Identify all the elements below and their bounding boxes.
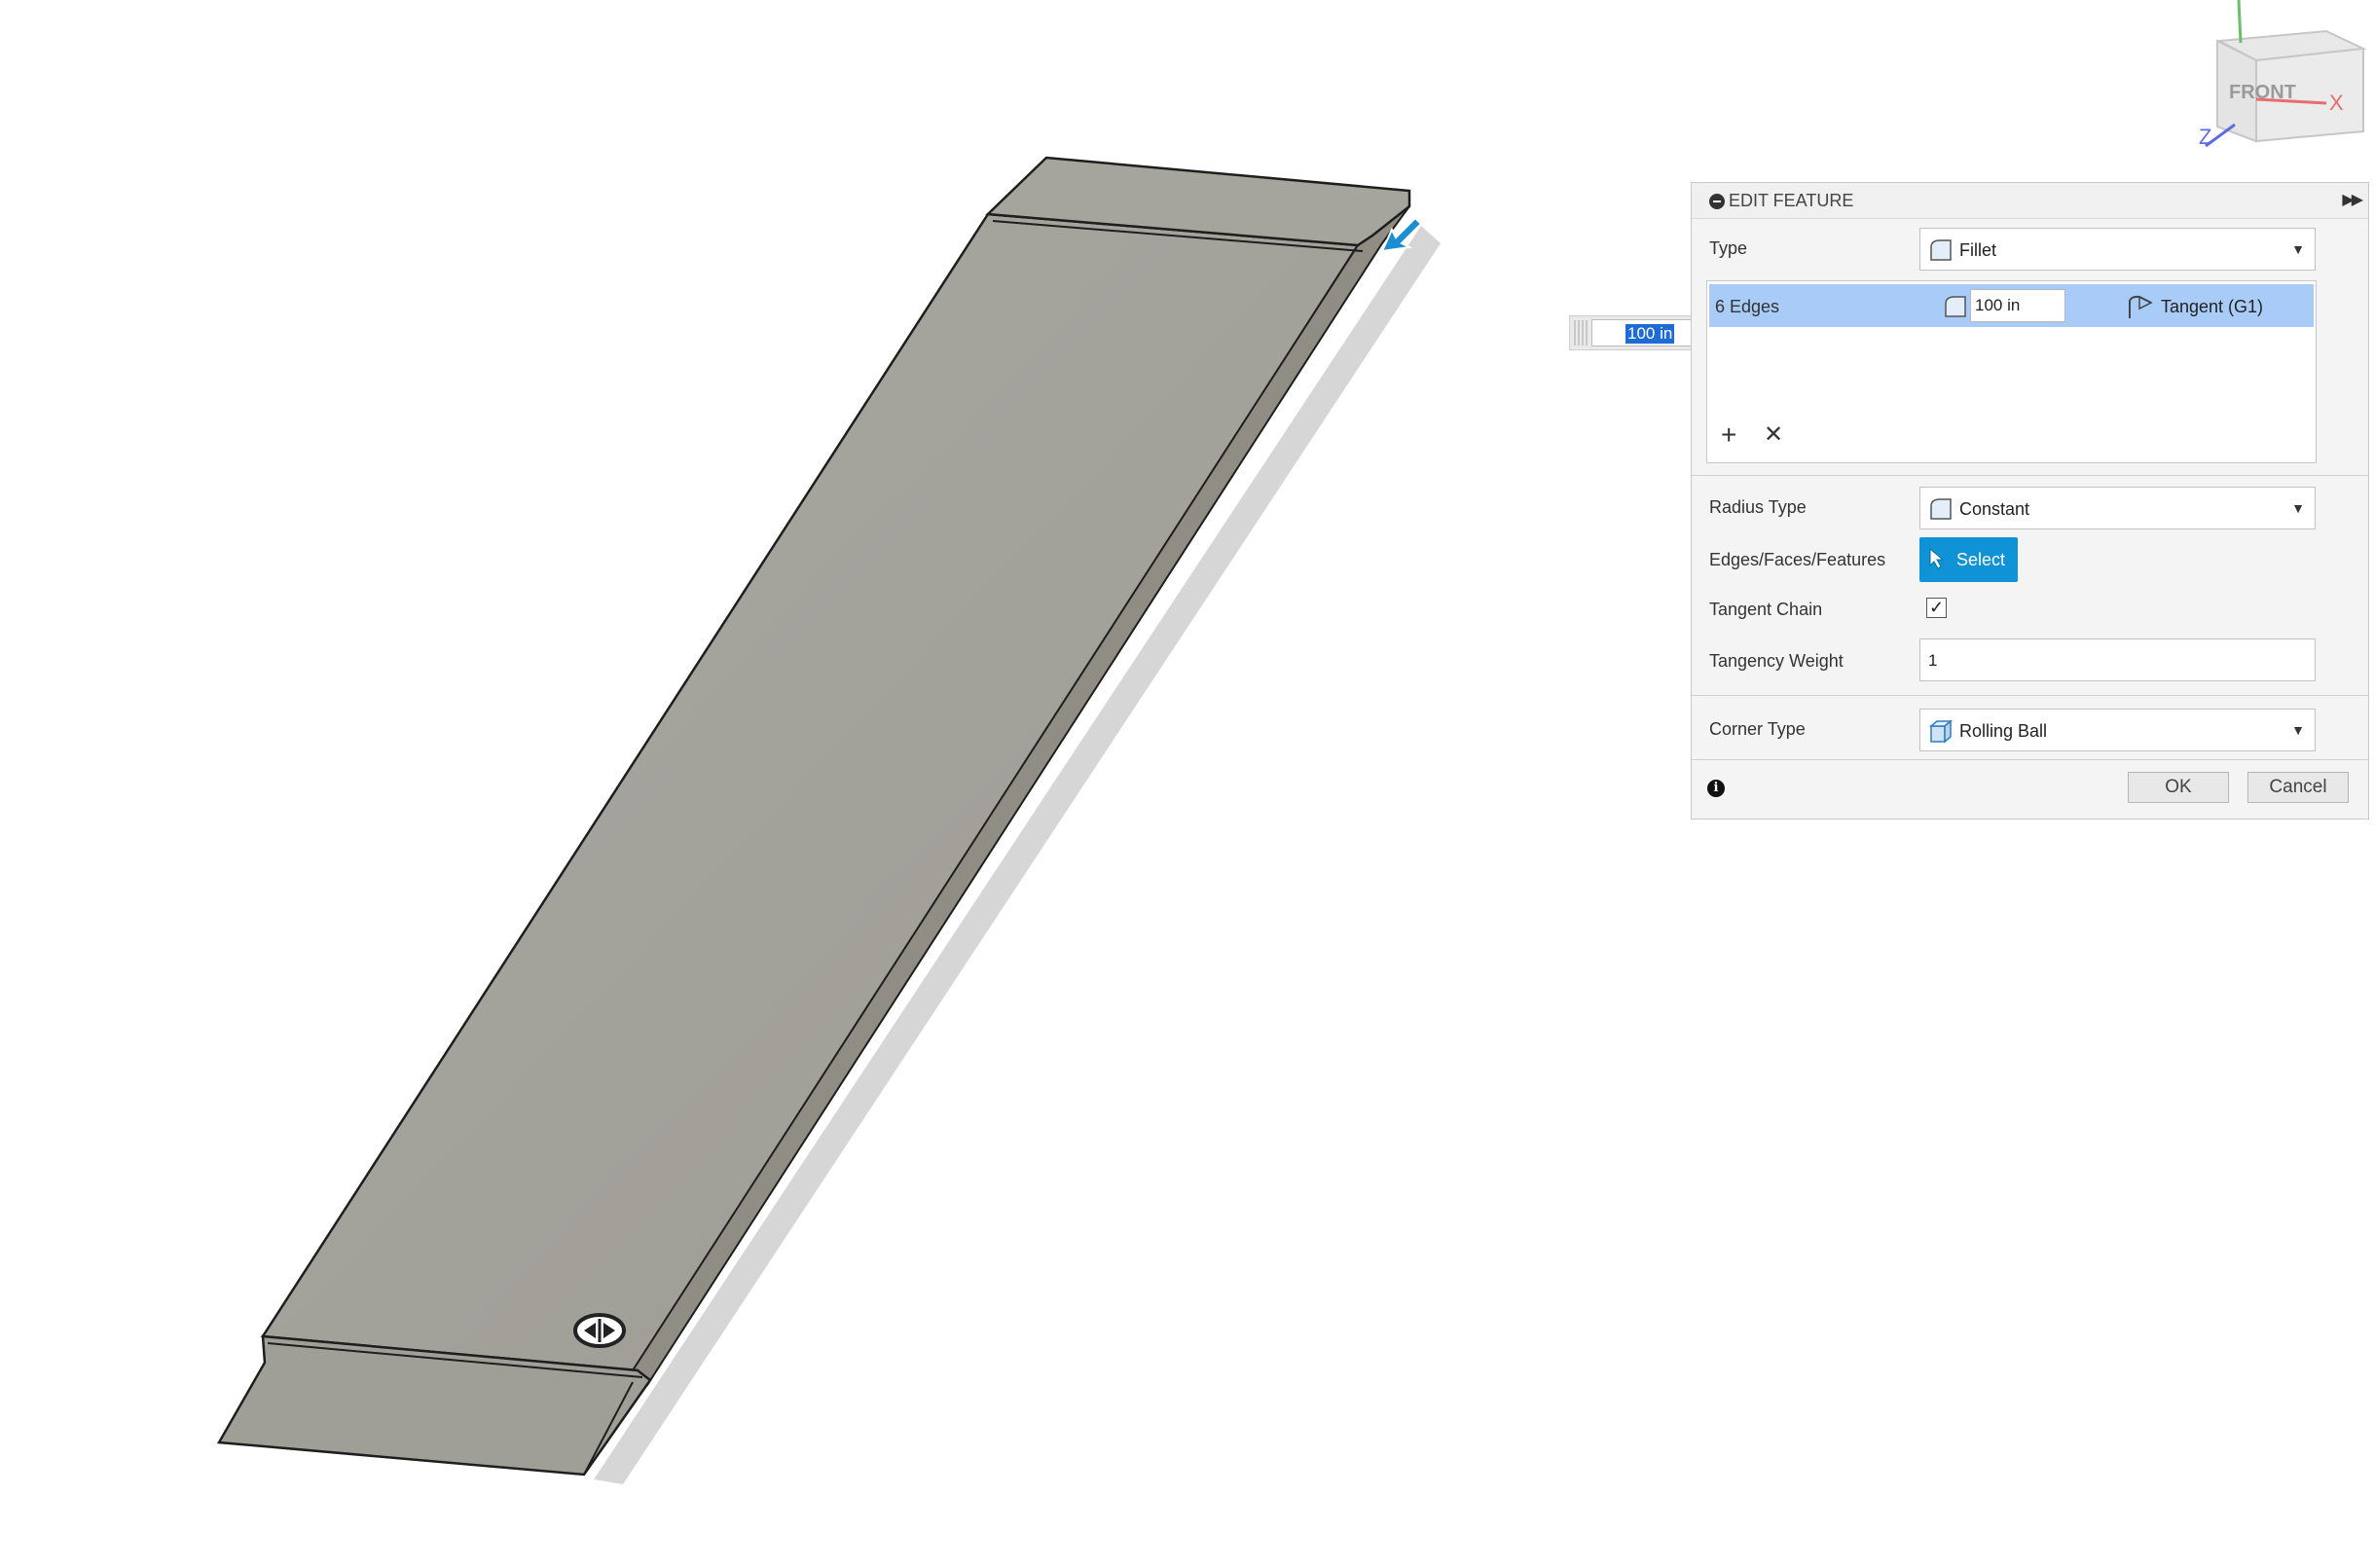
- edge-count: 6 Edges: [1715, 297, 1780, 316]
- remove-edge-set-button[interactable]: ✕: [1764, 423, 1783, 447]
- panel-title: EDIT FEATURE: [1729, 191, 1854, 210]
- continuity-value[interactable]: Tangent (G1): [2161, 297, 2263, 317]
- rolling-ball-icon: [1928, 719, 1954, 744]
- chevron-down-icon: ▼: [2291, 500, 2305, 516]
- radius-icon: [1945, 296, 1966, 317]
- symmetry-handle-icon[interactable]: [573, 1313, 626, 1348]
- viewcube-face-label[interactable]: FRONT: [2229, 82, 2296, 104]
- inline-radius-value[interactable]: 100 in: [1625, 324, 1675, 344]
- fillet-icon: [1930, 239, 1952, 261]
- divider: [1692, 695, 2368, 696]
- corner-type-dropdown[interactable]: Rolling Ball ▼: [1919, 709, 2316, 751]
- expand-panel-icon[interactable]: ▶▶: [2342, 190, 2363, 209]
- cursor-icon: [1929, 548, 1945, 569]
- tangent-chain-checkbox[interactable]: ✓: [1926, 598, 1947, 618]
- type-value: Fillet: [1959, 240, 1997, 260]
- drag-grip-icon[interactable]: [1574, 320, 1588, 346]
- tangency-weight-value: 1: [1928, 651, 1938, 670]
- panel-header: EDIT FEATURE ▶▶: [1692, 183, 2368, 219]
- divider: [1692, 475, 2368, 476]
- radius-type-value: Constant: [1959, 499, 2030, 519]
- constant-radius-icon: [1930, 498, 1952, 520]
- view-cube[interactable]: [2205, 0, 2367, 148]
- corner-type-label: Corner Type: [1709, 719, 1806, 739]
- radius-type-dropdown[interactable]: Constant ▼: [1919, 487, 2316, 529]
- edge-radius-field[interactable]: 100 in: [1970, 289, 2065, 322]
- tangency-weight-input[interactable]: 1: [1919, 638, 2316, 681]
- chevron-down-icon: ▼: [2291, 241, 2305, 257]
- edge-set-row[interactable]: 6 Edges 100 in Tangent (G1): [1709, 284, 2314, 327]
- radius-type-label: Radius Type: [1709, 497, 1807, 517]
- x-axis-label: X: [2329, 91, 2344, 115]
- add-edge-set-button[interactable]: +: [1721, 421, 1736, 449]
- edge-selection-list: 6 Edges 100 in Tangent (G1) + ✕: [1706, 280, 2317, 463]
- tangency-weight-label: Tangency Weight: [1709, 651, 1844, 671]
- z-axis-label: Z: [2199, 125, 2212, 149]
- select-button[interactable]: Select: [1919, 537, 2018, 582]
- info-icon[interactable]: i: [1707, 780, 1725, 797]
- select-button-label: Select: [1956, 550, 2006, 569]
- corner-type-value: Rolling Ball: [1959, 721, 2048, 741]
- selection-label: Edges/Faces/Features: [1709, 550, 1886, 569]
- type-dropdown[interactable]: Fillet ▼: [1919, 228, 2316, 271]
- cancel-button[interactable]: Cancel: [2247, 772, 2349, 803]
- type-label: Type: [1709, 238, 1748, 258]
- tangent-chain-label: Tangent Chain: [1709, 600, 1823, 619]
- edit-feature-panel: EDIT FEATURE ▶▶ Type Fillet ▼ 6 Edges 10…: [1691, 182, 2369, 820]
- chevron-down-icon: ▼: [2291, 722, 2305, 738]
- collapse-icon[interactable]: [1709, 194, 1725, 209]
- ok-button[interactable]: OK: [2128, 772, 2229, 803]
- tangent-continuity-icon[interactable]: [2126, 293, 2155, 320]
- divider: [1692, 759, 2368, 760]
